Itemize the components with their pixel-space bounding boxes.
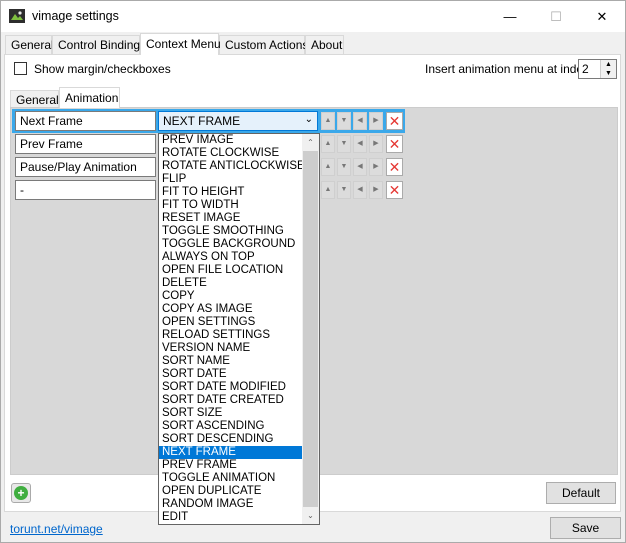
website-link[interactable]: torunt.net/vimage	[10, 522, 103, 536]
row-name-input[interactable]: Pause/Play Animation	[15, 157, 156, 177]
save-button[interactable]: Save	[550, 517, 621, 539]
show-margin-label: Show margin/checkboxes	[34, 62, 171, 76]
minimize-button[interactable]: —	[487, 1, 533, 32]
dropdown-option[interactable]: TOGGLE ANIMATION	[159, 472, 319, 485]
dropdown-option[interactable]: FIT TO HEIGHT	[159, 186, 319, 199]
dropdown-option[interactable]: OPEN SETTINGS	[159, 316, 319, 329]
tab-general[interactable]: General	[5, 35, 54, 54]
move-down-icon[interactable]: ▼	[337, 181, 351, 199]
title-bar: vimage settings — ☐ ✕	[1, 1, 625, 32]
tab-context-menu[interactable]: Context Menu	[140, 33, 221, 55]
scrollbar-thumb[interactable]	[303, 151, 318, 507]
move-right-icon[interactable]: ▶	[369, 181, 383, 199]
row-name-input[interactable]: Prev Frame	[15, 134, 156, 154]
dropdown-option[interactable]: RANDOM IMAGE	[159, 498, 319, 511]
app-icon	[9, 9, 25, 23]
dropdown-option[interactable]: SORT NAME	[159, 355, 319, 368]
delete-icon[interactable]: ✕	[386, 158, 403, 176]
dropdown-option[interactable]: RESET IMAGE	[159, 212, 319, 225]
move-left-icon[interactable]: ◀	[353, 135, 367, 153]
dropdown-option[interactable]: SORT DATE	[159, 368, 319, 381]
dropdown-option[interactable]: FLIP	[159, 173, 319, 186]
delete-icon[interactable]: ✕	[386, 112, 403, 130]
action-dropdown-list[interactable]: PREV IMAGE ROTATE CLOCKWISE ROTATE ANTICLO…	[158, 133, 320, 525]
move-down-icon[interactable]: ▼	[337, 112, 351, 130]
tab-control-bindings[interactable]: Control Bindings	[52, 35, 146, 54]
stepper-buttons[interactable]: ▲ ▼	[600, 60, 616, 78]
dropdown-option[interactable]: ALWAYS ON TOP	[159, 251, 319, 264]
move-right-icon[interactable]: ▶	[369, 158, 383, 176]
dropdown-option[interactable]: SORT ASCENDING	[159, 420, 319, 433]
scroll-down-icon[interactable]: ⌄	[302, 507, 319, 524]
scroll-up-icon[interactable]: ⌃	[302, 134, 319, 151]
move-left-icon[interactable]: ◀	[353, 158, 367, 176]
inner-tab-animation[interactable]: Animation	[59, 87, 120, 108]
plus-icon: +	[14, 486, 28, 500]
delete-icon[interactable]: ✕	[386, 135, 403, 153]
dropdown-option[interactable]: SORT DATE CREATED	[159, 394, 319, 407]
tab-about[interactable]: About	[305, 35, 344, 54]
stepper-down-icon[interactable]: ▼	[601, 69, 616, 78]
show-margin-checkbox[interactable]	[14, 62, 27, 75]
dropdown-option[interactable]: COPY	[159, 290, 319, 303]
move-left-icon[interactable]: ◀	[353, 181, 367, 199]
add-item-button[interactable]: +	[11, 483, 31, 503]
delete-icon[interactable]: ✕	[386, 181, 403, 199]
maximize-button[interactable]: ☐	[533, 1, 579, 32]
tab-custom-actions[interactable]: Custom Actions	[219, 35, 308, 54]
dropdown-option[interactable]: NEXT FRAME	[159, 446, 319, 459]
insert-index-stepper[interactable]: 2 ▲ ▼	[578, 59, 617, 79]
dropdown-option[interactable]: SORT DATE MODIFIED	[159, 381, 319, 394]
dropdown-option[interactable]: SORT DESCENDING	[159, 433, 319, 446]
dropdown-option[interactable]: ROTATE CLOCKWISE	[159, 147, 319, 160]
move-down-icon[interactable]: ▼	[337, 135, 351, 153]
default-button[interactable]: Default	[546, 482, 616, 504]
dropdown-option[interactable]: DELETE	[159, 277, 319, 290]
row-action-value: NEXT FRAME	[163, 114, 241, 128]
dropdown-scrollbar[interactable]: ⌃ ⌄	[302, 134, 319, 524]
move-up-icon[interactable]: ▲	[321, 181, 335, 199]
close-button[interactable]: ✕	[579, 1, 625, 32]
dropdown-option[interactable]: TOGGLE BACKGROUND	[159, 238, 319, 251]
dropdown-option[interactable]: COPY AS IMAGE	[159, 303, 319, 316]
insert-animation-label: Insert animation menu at index	[425, 62, 590, 76]
dropdown-option[interactable]: SORT SIZE	[159, 407, 319, 420]
dropdown-option[interactable]: EDIT	[159, 511, 319, 524]
dropdown-option[interactable]: VERSION NAME	[159, 342, 319, 355]
row-name-input[interactable]: Next Frame	[15, 111, 156, 131]
dropdown-option[interactable]: FIT TO WIDTH	[159, 199, 319, 212]
row-action-select[interactable]: NEXT FRAME ⌄	[158, 111, 318, 131]
move-up-icon[interactable]: ▲	[321, 135, 335, 153]
settings-window: vimage settings — ☐ ✕ General Control Bi…	[0, 0, 626, 543]
chevron-down-icon: ⌄	[304, 114, 313, 125]
dropdown-option[interactable]: PREV FRAME	[159, 459, 319, 472]
dropdown-option[interactable]: ROTATE ANTICLOCKWISE	[159, 160, 319, 173]
dropdown-items: PREV IMAGE ROTATE CLOCKWISE ROTATE ANTICLO…	[159, 134, 319, 524]
dropdown-option[interactable]: OPEN DUPLICATE	[159, 485, 319, 498]
move-down-icon[interactable]: ▼	[337, 158, 351, 176]
dropdown-option[interactable]: OPEN FILE LOCATION	[159, 264, 319, 277]
dropdown-option[interactable]: RELOAD SETTINGS	[159, 329, 319, 342]
move-right-icon[interactable]: ▶	[369, 112, 383, 130]
move-up-icon[interactable]: ▲	[321, 112, 335, 130]
window-title: vimage settings	[32, 9, 119, 23]
move-up-icon[interactable]: ▲	[321, 158, 335, 176]
dropdown-option[interactable]: TOGGLE SMOOTHING	[159, 225, 319, 238]
insert-index-value: 2	[582, 62, 589, 76]
move-left-icon[interactable]: ◀	[353, 112, 367, 130]
stepper-up-icon[interactable]: ▲	[601, 60, 616, 69]
move-right-icon[interactable]: ▶	[369, 135, 383, 153]
dropdown-option[interactable]: PREV IMAGE	[159, 134, 319, 147]
row-name-input[interactable]: -	[15, 180, 156, 200]
